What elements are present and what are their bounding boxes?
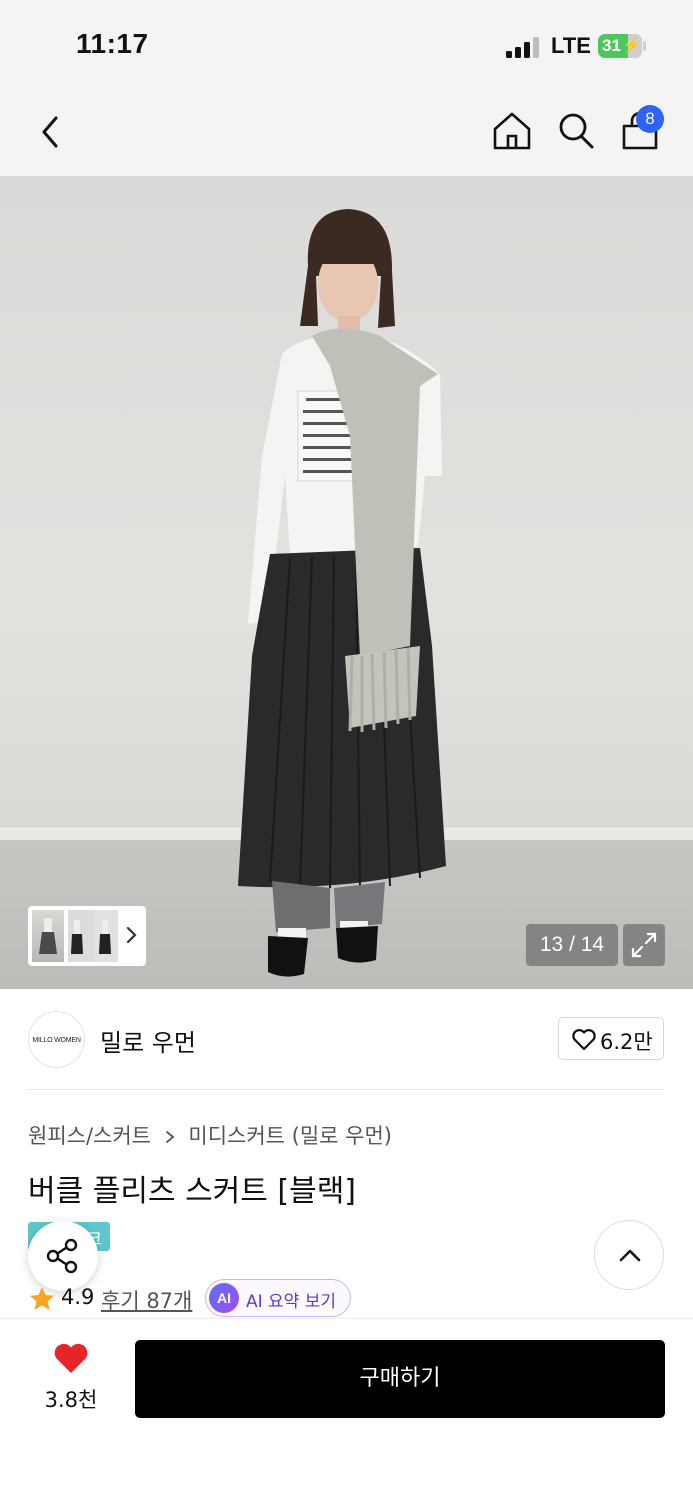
buy-button[interactable]: 구매하기 [135,1340,665,1418]
wish-button[interactable]: 3.8천 [44,1342,98,1412]
ai-icon: AI [209,1283,239,1313]
breadcrumb: 원피스/스커트 미디스커트 (밀로 우먼) [28,1120,392,1150]
status-time: 11:17 [76,28,149,59]
chevron-up-icon [619,1249,641,1262]
model-illustration [238,209,446,977]
network-label: LTE [551,33,591,58]
thumbnail-3[interactable] [94,910,118,962]
expand-icon[interactable] [623,924,665,966]
heart-filled-icon [54,1343,88,1373]
thumbnail-1[interactable] [32,910,64,962]
cart-badge: 8 [636,105,664,133]
back-icon[interactable] [36,112,66,152]
signal-icon [506,36,542,58]
wish-count: 3.8천 [44,1388,98,1412]
thumbnail-strip[interactable] [28,906,146,966]
share-button[interactable] [28,1221,98,1291]
product-title: 버클 플리츠 스커트 [블랙] [28,1174,357,1209]
image-counter: 13 / 14 [526,924,618,966]
ai-summary-label: AI 요약 보기 [246,1292,337,1312]
divider [28,1089,664,1090]
brand-like-count: 6.2만 [600,1030,653,1054]
home-icon[interactable] [491,110,533,152]
brand-like-button[interactable]: 6.2만 [558,1017,664,1060]
share-icon [46,1238,78,1274]
brand-logo[interactable]: MILLO WOMEN [28,1011,85,1068]
battery-level: 31 [602,36,621,55]
scroll-top-button[interactable] [594,1220,664,1290]
battery-icon: 31 ⚡ [598,34,642,58]
battery-tip [643,41,646,51]
breadcrumb-category[interactable]: 원피스/스커트 [28,1124,151,1148]
product-image[interactable] [0,176,693,989]
breadcrumb-subcategory[interactable]: 미디스커트 (밀로 우먼) [188,1124,392,1148]
ai-summary-button[interactable]: AI AI 요약 보기 [205,1279,351,1317]
review-link[interactable]: 후기 87개 [101,1285,192,1315]
search-icon[interactable] [556,110,596,152]
star-icon [30,1287,54,1310]
chevron-right-icon[interactable] [125,924,139,946]
brand-name[interactable]: 밀로 우먼 [100,1023,196,1058]
heart-outline-icon [572,1029,596,1051]
chevron-right-icon [165,1131,175,1143]
top-nav [0,90,693,176]
status-bar: 11:17 LTE 31 ⚡ [0,0,693,90]
rating-value: 4.9 [61,1285,95,1309]
